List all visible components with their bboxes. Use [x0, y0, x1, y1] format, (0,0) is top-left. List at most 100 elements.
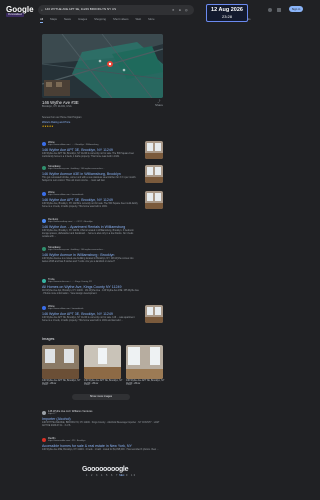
result-title[interactable]: 146 Wythe Ave APT 3E, Brooklyn, NY 11249: [42, 312, 142, 316]
share-label: Share: [155, 102, 164, 107]
room-photo: [42, 345, 79, 379]
result-source[interactable]: StreetEasy https://streeteasy.com › build…: [42, 165, 142, 171]
search-result[interactable]: Zillow https://www.zillow.com › homedetai…: [42, 191, 142, 209]
search-result[interactable]: 146 Wythe Ave Ltd / Williams Ventures htt…: [42, 410, 162, 428]
favicon-icon: [42, 246, 46, 251]
apps-grid-icon[interactable]: [277, 8, 281, 12]
image-caption-1[interactable]: 146 Wythe Ave APT 3E, Brooklyn, NY 11249…: [42, 380, 82, 386]
search-result[interactable]: Zillow https://www.zillow.com › homedetai…: [42, 305, 142, 323]
result-url: https://www.zillow.com › ... › Brooklyn …: [48, 144, 99, 147]
tab-web[interactable]: Web: [136, 17, 142, 23]
search-input[interactable]: 146 WYTHE AVE APT 3E, 11249 BROOKLYN NY …: [45, 7, 116, 12]
mic-icon[interactable]: ●: [179, 8, 182, 12]
result-snippet: 110 Wythe Ave Apt, Brooklyn, NY 11249 · …: [42, 289, 139, 295]
result-title[interactable]: 146 Wythe Avenue #3E in Williamsburg, Br…: [42, 172, 142, 176]
result-source[interactable]: Redfin https://www.redfin.com › NY › Broo…: [42, 437, 162, 443]
result-thumbnail[interactable]: [145, 141, 163, 159]
map-graphic: [42, 34, 163, 98]
date-time-overlay: 12 Aug 2026 23:28: [206, 4, 248, 22]
camera-icon[interactable]: ◎: [185, 8, 188, 12]
map-preview[interactable]: [42, 34, 163, 98]
result-title[interactable]: 146 Wythe Ave APT 3E, Brooklyn, NY 11249: [42, 198, 142, 202]
image-caption-3[interactable]: 146 Wythe Ave APT 3E, Brooklyn, NY 11249…: [126, 380, 166, 386]
favicon-icon: [42, 437, 46, 442]
image-result-1[interactable]: [42, 345, 79, 379]
result-title[interactable]: All Homes on Wythe Ave, Kings County NY …: [42, 285, 142, 289]
result-snippet: This gut renovated loft-like, corner uni…: [42, 176, 137, 182]
result-title[interactable]: Importer (Alcohol): [42, 417, 162, 421]
result-url: https://...: [48, 413, 57, 416]
result-snippet: 146 Wythe Ave, Brooklyn, NY 11249, USA i…: [42, 229, 134, 238]
time-text: 23:28: [221, 14, 232, 20]
image-source-2: Zillow: [84, 384, 90, 386]
next-page-link[interactable]: Next: [119, 474, 124, 477]
result-url: https://www.zillow.com › homedetails: [48, 308, 84, 311]
tab-shopping[interactable]: Shopping: [94, 17, 106, 23]
page-numbers[interactable]: 1 2 3 4 5 6 7 8 9 10: [86, 474, 137, 477]
image-result-3[interactable]: [126, 345, 163, 379]
result-url: https://streeteasy.com › building › 146-…: [48, 249, 105, 252]
favicon-icon: [42, 218, 46, 223]
favicon-icon: [42, 191, 46, 196]
result-source[interactable]: Zillow https://www.zillow.com › homedetai…: [42, 191, 142, 197]
share-button[interactable]: ⤴ Share: [155, 99, 164, 108]
image-caption-2[interactable]: 146 Wythe Ave APT 3E, Brooklyn, NY 11249…: [84, 380, 124, 386]
search-tabs: All Maps News Images Shopping Short vide…: [40, 17, 155, 24]
result-source[interactable]: Zillow https://www.zillow.com › homedetai…: [42, 305, 142, 311]
room-photo: [84, 345, 121, 379]
place-rating: ★★★★★: [42, 125, 54, 128]
result-title[interactable]: 146 Wythe Ave. - Apartment Rentals in Wi…: [42, 225, 142, 229]
rating-stars: ★★★★★: [42, 125, 54, 128]
favicon-icon: [42, 410, 46, 415]
result-url: https://www.renthop.com › ... › NYC › Br…: [48, 221, 93, 224]
clear-icon[interactable]: ✕: [172, 8, 175, 12]
result-source[interactable]: Trulia https://www.trulia.com › ... › Kin…: [42, 278, 142, 284]
show-more-images-button[interactable]: Show more images: [72, 394, 130, 400]
result-title[interactable]: Accessible homes for sale & real estate …: [42, 444, 162, 448]
search-result[interactable]: Zillow https://www.zillow.com › ... › Bro…: [42, 141, 142, 159]
favicon-icon: [42, 165, 46, 170]
result-thumbnail[interactable]: [145, 165, 163, 183]
search-result[interactable]: StreetEasy https://streeteasy.com › build…: [42, 165, 142, 183]
result-title[interactable]: 146 Wythe Avenue in Williamsburg : Brook…: [42, 253, 142, 257]
image-source-1: Zillow: [42, 384, 48, 386]
place-address: Brooklyn, NY 11249, USA: [42, 105, 72, 108]
tab-short-videos[interactable]: Short videos: [113, 17, 129, 23]
result-thumbnail[interactable]: [145, 191, 163, 209]
result-snippet: 146 Wythe Ave APT 3E, Brooklyn, NY 11249…: [42, 316, 135, 322]
favicon-icon: [42, 305, 46, 310]
image-result-2[interactable]: [84, 345, 121, 379]
tab-all[interactable]: All: [40, 17, 44, 24]
personalised-badge: Personalised: [6, 13, 24, 17]
room-photo: [126, 345, 163, 379]
result-snippet: 146 Wythe Avenue is a mixed-use building…: [42, 257, 134, 263]
search-icon: ⌕: [41, 8, 43, 12]
tab-news[interactable]: News: [64, 17, 71, 23]
search-result[interactable]: RentHop https://www.renthop.com › ... › N…: [42, 218, 142, 239]
result-url: https://www.redfin.com › NY › Brooklyn: [48, 440, 86, 443]
images-heading: Images: [42, 337, 55, 341]
tab-more[interactable]: More: [148, 17, 154, 23]
result-snippet: 146 WYTHE AVENUE, BROOKLYN, NY 11249 · K…: [42, 421, 160, 427]
result-thumbnail[interactable]: [145, 305, 163, 323]
result-snippet: 146 Wythe Ave APT 3E, Brooklyn, NY 11249…: [42, 152, 134, 158]
search-result[interactable]: Redfin https://www.redfin.com › NY › Broo…: [42, 437, 162, 452]
result-url: https://www.zillow.com › homedetails: [48, 194, 84, 197]
result-title[interactable]: 146 Wythe Ave APT 3E, Brooklyn, NY 11249: [42, 148, 142, 152]
tab-images[interactable]: Images: [78, 17, 87, 23]
result-source[interactable]: Zillow https://www.zillow.com › ... › Bro…: [42, 141, 142, 147]
favicon-icon: [42, 141, 46, 146]
place-link[interactable]: Zillow's Rating and Price: [42, 121, 70, 124]
image-source-3: Zillow: [126, 384, 132, 386]
result-source[interactable]: 146 Wythe Ave Ltd / Williams Ventures htt…: [42, 410, 162, 416]
tab-maps[interactable]: Maps: [50, 17, 57, 23]
search-result[interactable]: StreetEasy https://streeteasy.com › build…: [42, 246, 142, 264]
result-source[interactable]: StreetEasy https://streeteasy.com › build…: [42, 246, 142, 252]
date-text: 12 Aug 2026: [211, 7, 243, 13]
result-url: https://www.trulia.com › ... › Kings Cou…: [48, 281, 93, 284]
search-result[interactable]: Trulia https://www.trulia.com › ... › Kin…: [42, 278, 142, 296]
sign-in-button[interactable]: Sign in: [289, 6, 303, 12]
settings-icon[interactable]: [268, 8, 272, 12]
result-source[interactable]: RentHop https://www.renthop.com › ... › N…: [42, 218, 142, 224]
place-note: Scenes from our Home Visit Program: [42, 116, 82, 119]
